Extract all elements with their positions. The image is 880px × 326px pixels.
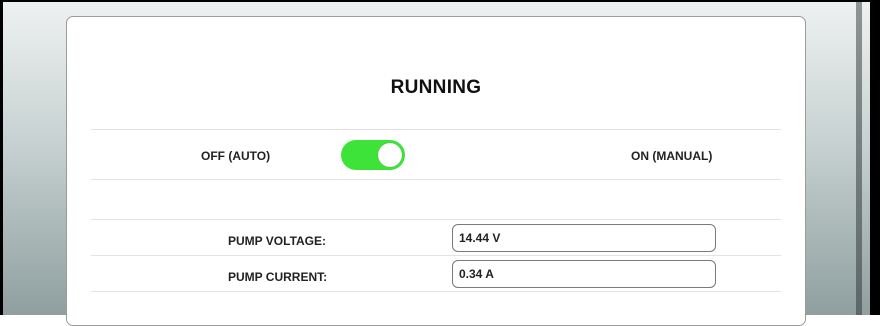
divider bbox=[91, 179, 781, 180]
pump-voltage-label: PUMP VOLTAGE: bbox=[228, 234, 327, 248]
frame-border-left bbox=[0, 0, 3, 315]
right-edge-shade bbox=[856, 2, 862, 315]
divider bbox=[91, 219, 781, 220]
divider bbox=[91, 291, 781, 292]
frame-border-top bbox=[0, 0, 880, 2]
toggle-knob bbox=[378, 143, 402, 167]
divider bbox=[91, 129, 781, 130]
pump-current-field[interactable] bbox=[452, 260, 716, 288]
pump-current-label: PUMP CURRENT: bbox=[228, 270, 328, 284]
frame-border-right bbox=[870, 0, 880, 315]
pump-control-panel: RUNNING OFF (AUTO) ON (MANUAL) PUMP VOLT… bbox=[66, 16, 806, 326]
mode-off-label: OFF (AUTO) bbox=[201, 149, 271, 163]
pump-voltage-field[interactable] bbox=[452, 224, 716, 252]
mode-toggle-switch[interactable] bbox=[341, 140, 405, 170]
status-title: RUNNING bbox=[390, 77, 482, 98]
mode-on-label: ON (MANUAL) bbox=[631, 149, 713, 163]
window-frame: RUNNING OFF (AUTO) ON (MANUAL) PUMP VOLT… bbox=[0, 0, 880, 326]
divider bbox=[91, 255, 781, 256]
